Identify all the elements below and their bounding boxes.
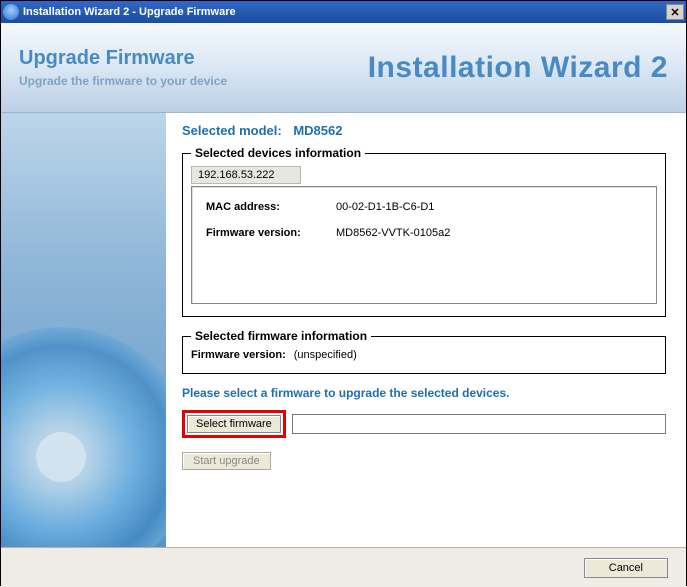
selected-fw-row: Firmware version: (unspecified) [191,349,657,361]
body-panel: Selected model: MD8562 Selected devices … [1,113,686,547]
firmware-path-input[interactable] [292,414,666,434]
close-icon[interactable]: ✕ [666,4,684,20]
device-details-box: MAC address: 00-02-D1-1B-C6-D1 Firmware … [191,186,657,304]
select-firmware-highlight: Select firmware [182,410,286,438]
firmware-value: MD8562-VVTK-0105a2 [336,227,450,239]
selected-model-line: Selected model: MD8562 [182,123,666,138]
mac-row: MAC address: 00-02-D1-1B-C6-D1 [206,201,642,213]
device-ip[interactable]: 192.168.53.222 [191,166,301,184]
firmware-info-legend: Selected firmware information [191,329,371,343]
selected-fw-label: Firmware version: [191,349,286,361]
mac-label: MAC address: [206,201,336,213]
firmware-row: Firmware version: MD8562-VVTK-0105a2 [206,227,642,239]
disc-icon [1,327,166,547]
cancel-button[interactable]: Cancel [584,558,668,578]
firmware-info-group: Selected firmware information Firmware v… [182,329,666,374]
page-title: Upgrade Firmware [19,47,227,70]
firmware-label: Firmware version: [206,227,336,239]
app-name: Installation Wizard 2 [368,51,668,85]
titlebar: Installation Wizard 2 - Upgrade Firmware… [1,1,686,23]
instruction-text: Please select a firmware to upgrade the … [182,386,666,400]
sidebar-graphic [1,113,166,547]
select-firmware-button[interactable]: Select firmware [187,415,281,433]
header-panel: Upgrade Firmware Upgrade the firmware to… [1,23,686,113]
content-area: Selected model: MD8562 Selected devices … [166,113,686,547]
selected-model-label: Selected model: [182,123,282,138]
footer: Cancel [1,547,686,587]
selected-fw-value: (unspecified) [294,349,357,361]
devices-info-group: Selected devices information 192.168.53.… [182,146,666,317]
window-title: Installation Wizard 2 - Upgrade Firmware [23,6,666,18]
header-left: Upgrade Firmware Upgrade the firmware to… [19,47,227,88]
page-subtitle: Upgrade the firmware to your device [19,74,227,88]
selected-model-value: MD8562 [293,123,342,138]
select-firmware-row: Select firmware [182,410,666,438]
start-upgrade-button: Start upgrade [182,452,271,470]
app-icon [3,4,19,20]
devices-info-legend: Selected devices information [191,146,365,160]
mac-value: 00-02-D1-1B-C6-D1 [336,201,434,213]
